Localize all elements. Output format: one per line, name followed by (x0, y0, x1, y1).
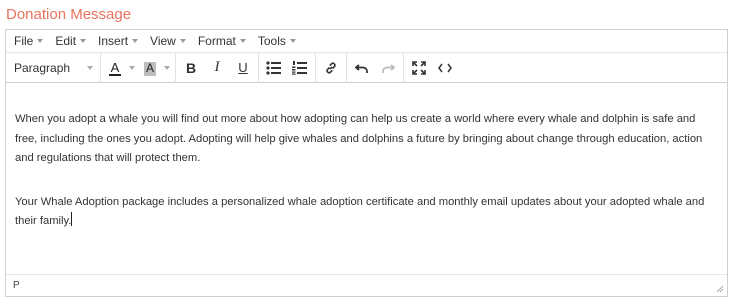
element-path[interactable]: P (13, 280, 20, 291)
chevron-down-icon (164, 65, 170, 70)
italic-button[interactable]: I (204, 55, 230, 81)
fullscreen-icon (412, 60, 426, 75)
chevron-down-icon (80, 39, 87, 43)
bullet-list-icon (266, 60, 281, 75)
menu-view[interactable]: View (144, 30, 192, 53)
text-color-button[interactable]: A (103, 55, 138, 81)
bold-icon: B (185, 59, 197, 76)
undo-icon (355, 63, 368, 73)
menubar: File Edit Insert View Format Tools (6, 30, 727, 53)
chevron-down-icon (179, 39, 186, 43)
toolbar-divider (175, 52, 176, 83)
chevron-down-icon (239, 39, 246, 43)
block-format-select[interactable]: Paragraph (8, 55, 98, 81)
source-code-button[interactable] (432, 55, 458, 81)
chevron-down-icon (289, 39, 296, 43)
statusbar: P (6, 274, 727, 296)
menu-insert[interactable]: Insert (92, 30, 144, 53)
editor-content-area[interactable]: When you adopt a whale you will find out… (6, 83, 727, 273)
italic-icon: I (214, 59, 220, 75)
resize-handle-icon[interactable] (716, 285, 724, 293)
menu-format-label: Format (197, 34, 236, 48)
toolbar-divider (100, 52, 101, 83)
numbered-list-button[interactable] (287, 55, 313, 81)
link-button[interactable] (318, 55, 344, 81)
redo-button[interactable] (375, 55, 401, 81)
redo-icon (382, 63, 395, 73)
text-color-letter: A (110, 59, 120, 75)
block-format-value: Paragraph (14, 60, 71, 75)
menu-edit[interactable]: Edit (49, 30, 92, 53)
paragraph[interactable]: Your Whale Adoption package includes a p… (15, 193, 718, 232)
underline-icon: U (238, 60, 248, 75)
bullet-list-button[interactable] (261, 55, 287, 81)
highlight-icon: A (143, 59, 157, 77)
menu-file[interactable]: File (8, 30, 49, 53)
highlight-color-button[interactable]: A (138, 55, 173, 81)
bold-button[interactable]: B (178, 55, 204, 81)
toolbar: Paragraph A A B I U (6, 52, 727, 83)
source-code-icon (438, 63, 452, 72)
menu-edit-label: Edit (55, 34, 77, 48)
chevron-down-icon (132, 39, 139, 43)
menu-tools-label: Tools (257, 34, 286, 48)
underline-button[interactable]: U (230, 55, 256, 81)
toolbar-divider (403, 52, 404, 83)
menu-view-label: View (150, 34, 176, 48)
fullscreen-button[interactable] (406, 55, 432, 81)
paragraph-text: Your Whale Adoption package includes a p… (15, 195, 705, 228)
menu-format[interactable]: Format (192, 30, 252, 53)
text-color-icon: A (108, 59, 122, 77)
toolbar-divider (258, 52, 259, 83)
chevron-down-icon (129, 65, 135, 70)
numbered-list-icon (292, 60, 307, 75)
text-cursor (71, 212, 73, 226)
toolbar-divider (346, 52, 347, 83)
menu-file-label: File (14, 34, 34, 48)
rich-text-editor: File Edit Insert View Format Tools Parag… (5, 29, 728, 297)
chevron-down-icon (37, 39, 44, 43)
undo-button[interactable] (349, 55, 375, 81)
link-icon (326, 62, 336, 73)
field-label: Donation Message (6, 6, 132, 23)
menu-insert-label: Insert (98, 34, 129, 48)
paragraph[interactable]: When you adopt a whale you will find out… (15, 83, 718, 169)
menu-tools[interactable]: Tools (252, 30, 302, 53)
chevron-down-icon (87, 65, 93, 70)
toolbar-divider (315, 52, 316, 83)
